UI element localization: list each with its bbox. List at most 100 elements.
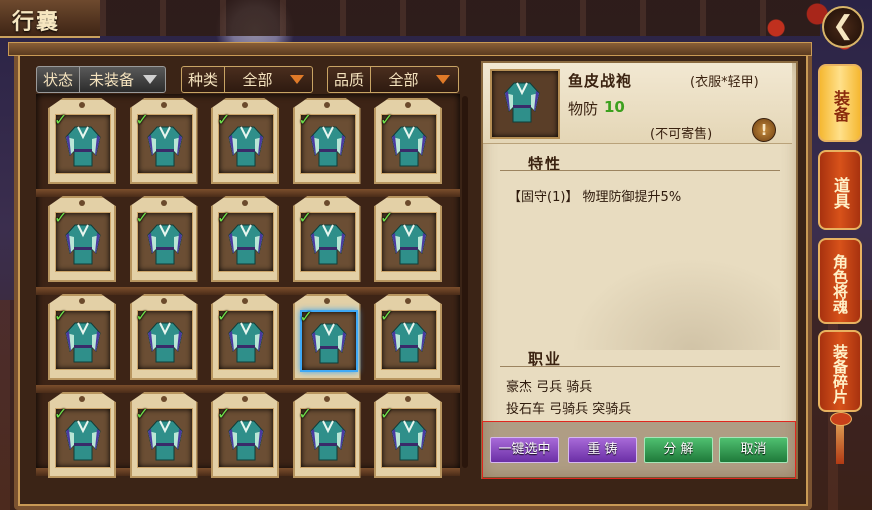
grid-scrollbar[interactable] <box>462 96 468 468</box>
recast-button[interactable]: 重 铸 <box>568 437 637 463</box>
quality-filter-dropdown[interactable]: 品质 全部 <box>327 66 459 93</box>
tab-equipment-fragments[interactable]: 装备碎片 <box>818 330 862 412</box>
tag-hole <box>160 200 167 206</box>
tab-items[interactable]: 道具 <box>818 150 862 230</box>
tag-hole <box>160 396 167 402</box>
item-slot: ✓ <box>380 110 437 174</box>
item-detail-icon <box>490 69 560 139</box>
checkmark-icon: ✓ <box>217 208 231 227</box>
tag-hole <box>242 298 248 304</box>
inventory-item[interactable]: ✓ <box>211 290 279 380</box>
jobs-line-2: 投石车 弓骑兵 突骑兵 <box>506 402 632 417</box>
robe-icon <box>391 223 427 265</box>
robe-icon <box>146 125 183 167</box>
inventory-item[interactable]: ✓ <box>374 290 442 380</box>
inventory-item[interactable]: ✓ <box>129 192 198 282</box>
status-filter-dropdown[interactable]: 状态 未装备 <box>36 66 166 93</box>
robe-icon <box>391 125 427 167</box>
checkmark-icon: ✓ <box>54 208 68 227</box>
robe-icon <box>146 321 183 363</box>
checkmark-icon: ✓ <box>54 404 68 423</box>
divider <box>500 366 780 367</box>
robe-icon <box>504 81 540 123</box>
inventory-item[interactable]: ✓ <box>129 94 198 184</box>
item-slot: ✓ <box>380 308 437 370</box>
checkmark-icon: ✓ <box>135 306 149 325</box>
robe-icon <box>65 223 101 265</box>
item-slot: ✓ <box>54 110 111 174</box>
item-slot-selected: ✓ <box>299 307 358 372</box>
item-slot: ✓ <box>217 404 274 468</box>
checkmark-icon: ✓ <box>54 306 68 325</box>
tag-hole <box>242 102 248 108</box>
tag-hole <box>323 200 330 206</box>
info-warning-icon[interactable]: ! <box>752 118 776 142</box>
decompose-button[interactable]: 分 解 <box>644 437 713 463</box>
inventory-item[interactable]: ✓ <box>48 94 116 184</box>
page-title: 行囊 <box>12 9 61 35</box>
type-filter-label: 种类 <box>182 67 226 92</box>
robe-icon <box>228 419 264 461</box>
inventory-item[interactable]: ✓ <box>211 192 279 282</box>
tag-hole <box>405 200 411 206</box>
robe-icon <box>228 321 264 363</box>
robe-icon <box>65 321 101 363</box>
inventory-item[interactable]: ✓ <box>292 94 361 184</box>
inventory-item[interactable]: ✓ <box>48 290 116 380</box>
inventory-item[interactable]: ✓ <box>211 388 279 478</box>
inventory-item[interactable]: ✓ <box>129 388 198 478</box>
inventory-item[interactable]: ✓ <box>374 388 442 478</box>
tag-hole <box>323 396 330 402</box>
tab-equipment[interactable]: 装备 <box>818 64 862 142</box>
frame-top-beam <box>8 42 812 56</box>
inventory-item[interactable]: ✓ <box>374 94 442 184</box>
checkmark-icon: ✓ <box>217 306 231 325</box>
tag-hole <box>405 396 411 402</box>
checkmark-icon: ✓ <box>217 404 231 423</box>
checkmark-icon: ✓ <box>299 307 313 326</box>
checkmark-icon: ✓ <box>298 404 312 423</box>
tag-hole <box>79 298 85 304</box>
robe-icon <box>391 321 427 363</box>
inventory-item[interactable]: ✓ <box>374 192 442 282</box>
type-filter-value: 全部 <box>242 71 273 89</box>
select-all-button[interactable]: 一键选中 <box>490 437 559 463</box>
tag-hole <box>79 396 85 402</box>
robe-icon <box>65 125 101 167</box>
robe-icon <box>391 419 427 461</box>
tag-hole <box>323 298 330 304</box>
inventory-item[interactable]: ✓ <box>211 94 279 184</box>
item-slot: ✓ <box>135 110 193 174</box>
item-slot: ✓ <box>54 306 111 370</box>
inventory-item[interactable]: ✓ <box>48 388 116 478</box>
checkmark-icon: ✓ <box>135 404 149 423</box>
robe-icon <box>146 223 183 265</box>
inventory-item[interactable]: ✓ <box>48 192 116 282</box>
status-filter-label: 状态 <box>37 67 81 92</box>
inventory-item[interactable]: ✓ <box>292 192 361 282</box>
chevron-down-icon <box>436 75 450 84</box>
tag-hole <box>323 102 330 108</box>
inventory-item[interactable]: ✓ <box>292 388 361 478</box>
tab-hero-soul[interactable]: 角色将魂 <box>818 238 862 324</box>
inventory-item[interactable]: ✓ <box>129 290 198 380</box>
checkmark-icon: ✓ <box>217 110 231 129</box>
item-slot: ✓ <box>217 208 274 272</box>
robe-icon <box>228 125 264 167</box>
cancel-button[interactable]: 取消 <box>719 437 788 463</box>
checkmark-icon: ✓ <box>380 110 394 129</box>
item-slot: ✓ <box>298 404 356 468</box>
status-filter-value: 未装备 <box>89 71 135 89</box>
inventory-item[interactable]: ✓ <box>292 290 361 380</box>
item-slot: ✓ <box>380 210 437 272</box>
robe-icon <box>309 125 346 167</box>
tag-hole <box>242 200 248 206</box>
robe-icon <box>310 322 347 364</box>
type-filter-dropdown[interactable]: 种类 全部 <box>181 66 313 93</box>
item-slot: ✓ <box>135 306 193 370</box>
checkmark-icon: ✓ <box>54 110 68 129</box>
tag-hole <box>405 298 411 304</box>
back-button[interactable]: ❮ <box>822 6 864 48</box>
checkmark-icon: ✓ <box>135 110 149 129</box>
item-slot: ✓ <box>299 210 356 272</box>
